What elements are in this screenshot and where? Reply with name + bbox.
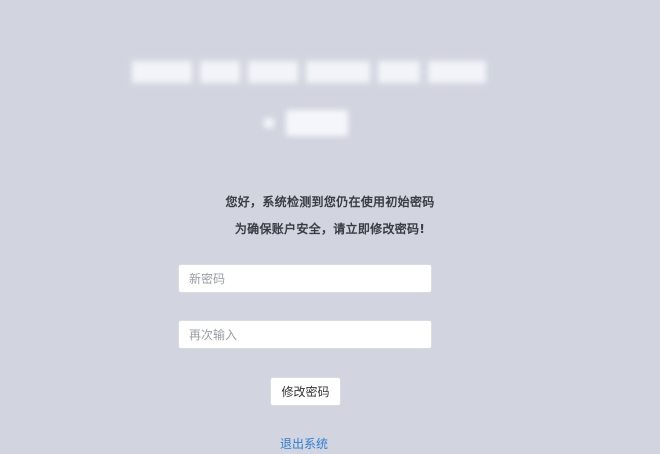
redacted-system-subtitle: [258, 104, 354, 140]
initial-password-notice: 您好，系统检测到您仍在使用初始密码: [225, 195, 435, 209]
password-change-page: 您好，系统检测到您仍在使用初始密码 为确保账户安全，请立即修改密码! 修改密码 …: [0, 0, 660, 454]
logout-container: 退出系统: [280, 433, 340, 451]
new-password-input[interactable]: [178, 264, 432, 293]
confirm-password-input[interactable]: [178, 320, 432, 349]
logout-link[interactable]: 退出系统: [280, 437, 328, 451]
security-prompt: 为确保账户安全，请立即修改密码!: [234, 222, 426, 236]
redacted-system-title: [128, 55, 492, 91]
change-password-button[interactable]: 修改密码: [270, 377, 341, 406]
